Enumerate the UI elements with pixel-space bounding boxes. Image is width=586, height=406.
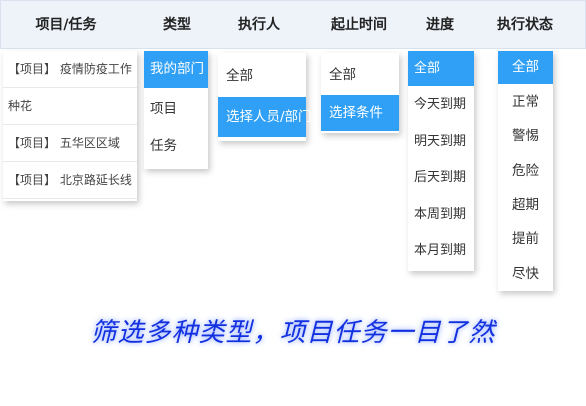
date-option-all[interactable]: 全部 <box>321 56 399 94</box>
progress-option-this-month[interactable]: 本月到期 <box>408 233 474 269</box>
progress-option-day-after[interactable]: 后天到期 <box>408 160 474 196</box>
type-option-project[interactable]: 项目 <box>144 91 208 127</box>
project-list-item[interactable]: 种花 <box>3 88 137 125</box>
status-option-early[interactable]: 提前 <box>498 222 553 256</box>
type-option-task[interactable]: 任务 <box>144 128 208 164</box>
status-option-alert[interactable]: 警惕 <box>498 119 553 153</box>
progress-option-all[interactable]: 全部 <box>408 51 474 86</box>
header-status[interactable]: 执行状态 <box>487 1 563 49</box>
slogan-text: 筛选多种类型，项目任务一目了然 <box>90 318 496 348</box>
filter-header: 项目/任务 类型 执行人 起止时间 进度 执行状态 <box>0 0 586 49</box>
project-list-item[interactable]: 【项目】 北京路延长线 <box>3 162 137 199</box>
date-option-select-condition[interactable]: 选择条件 <box>321 95 399 131</box>
header-type[interactable]: 类型 <box>141 1 213 49</box>
type-dropdown: 我的部门 项目 任务 <box>144 51 208 169</box>
project-list-item[interactable]: 【项目】 疫情防疫工作 <box>3 51 137 88</box>
project-list-item[interactable]: 【项目】 五华区区域 <box>3 125 137 162</box>
status-option-all[interactable]: 全部 <box>498 51 553 84</box>
status-option-danger[interactable]: 危险 <box>498 154 553 188</box>
status-option-overdue[interactable]: 超期 <box>498 188 553 222</box>
header-progress[interactable]: 进度 <box>409 1 471 49</box>
status-option-normal[interactable]: 正常 <box>498 85 553 119</box>
progress-option-today[interactable]: 今天到期 <box>408 87 474 123</box>
assignee-dropdown: 全部 选择人员/部门 <box>218 53 312 141</box>
type-option-my-department[interactable]: 我的部门 <box>144 51 208 88</box>
progress-dropdown: 全部 今天到期 明天到期 后天到期 本周到期 本月到期 <box>408 51 474 271</box>
progress-option-this-week[interactable]: 本周到期 <box>408 197 474 233</box>
status-option-soon[interactable]: 尽快 <box>498 257 553 291</box>
assignee-option-all[interactable]: 全部 <box>218 57 306 95</box>
header-date-range[interactable]: 起止时间 <box>317 1 401 49</box>
progress-option-tomorrow[interactable]: 明天到期 <box>408 124 474 160</box>
assignee-option-select-people[interactable]: 选择人员/部门 <box>218 97 312 137</box>
status-dropdown: 全部 正常 警惕 危险 超期 提前 尽快 <box>498 51 553 291</box>
header-project-task[interactable]: 项目/任务 <box>11 1 121 49</box>
header-assignee[interactable]: 执行人 <box>219 1 299 49</box>
date-range-dropdown: 全部 选择条件 <box>321 53 399 133</box>
project-list-panel: 【项目】 疫情防疫工作 种花 【项目】 五华区区域 【项目】 北京路延长线 <box>3 51 137 201</box>
